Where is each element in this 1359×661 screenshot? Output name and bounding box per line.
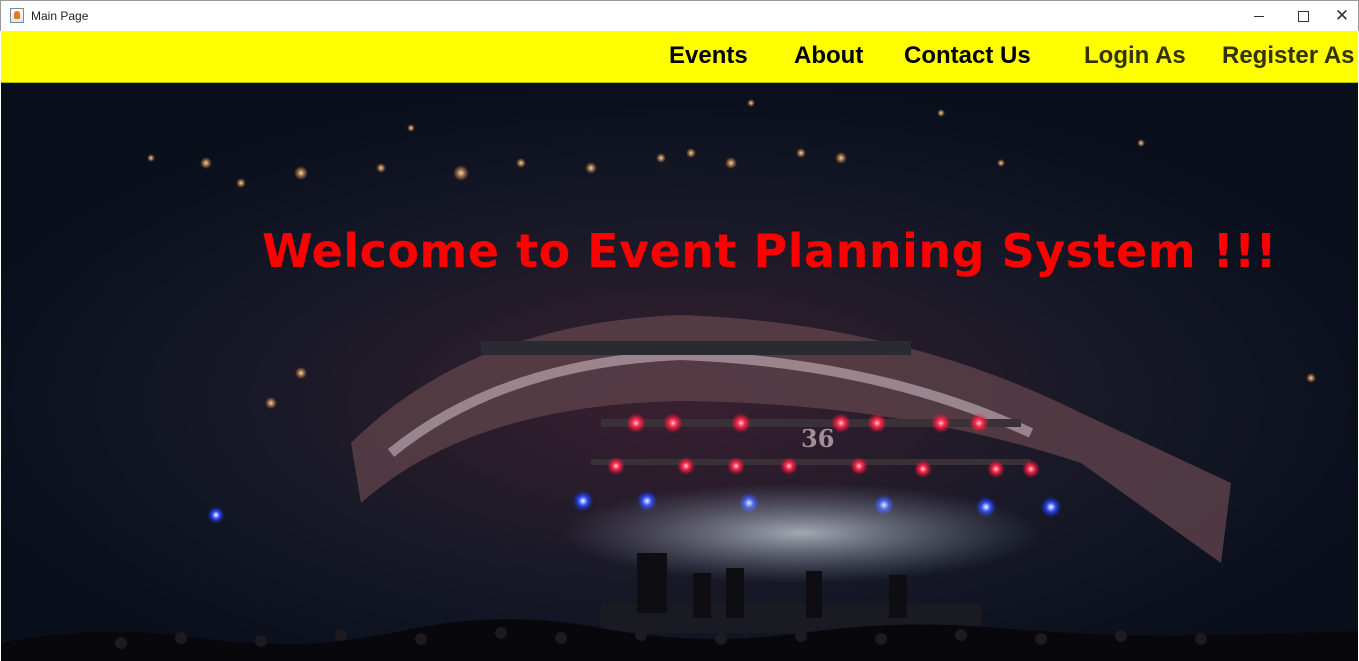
window-title: Main Page [31, 9, 89, 23]
hero-background-image: 36 Welcome to Event Planning System !!! [1, 83, 1358, 661]
nav-login-menu[interactable]: Login As [1084, 42, 1186, 70]
maximize-button[interactable] [1281, 1, 1325, 31]
concert-stage-illustration: 36 [1, 83, 1358, 661]
nav-register-menu[interactable]: Register As [1222, 42, 1355, 70]
nav-about-link[interactable]: About [794, 42, 863, 70]
welcome-heading: Welcome to Event Planning System !!! [262, 224, 1278, 278]
stage-number-sign: 36 [801, 424, 834, 453]
maximize-icon [1297, 10, 1309, 22]
close-icon: ✕ [1334, 5, 1350, 26]
nav-contact-link[interactable]: Contact Us [904, 42, 1031, 70]
nav-events-link[interactable]: Events [669, 42, 748, 70]
minimize-button[interactable] [1237, 1, 1281, 31]
minimize-icon [1254, 15, 1264, 17]
nav-bar: Events About Contact Us Login As Registe… [1, 31, 1358, 83]
java-app-icon [10, 8, 24, 23]
window-title-bar: Main Page ✕ [0, 0, 1359, 31]
close-button[interactable]: ✕ [1320, 1, 1359, 31]
